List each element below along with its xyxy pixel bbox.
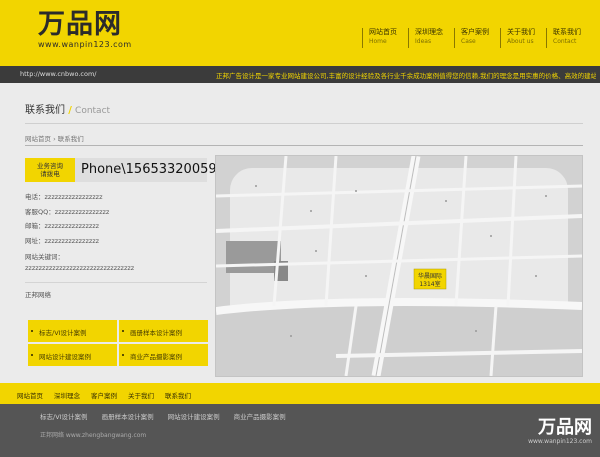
tile-brochure[interactable]: 画册样本设计案例 [119,320,208,342]
nav-sublabel: Case [461,38,476,45]
header: 万品网 www.wanpin123.com 网站首页 Home 深圳理念 Ide… [0,0,600,66]
footer-nav: 网站首页 深圳理念 客户案例 关于我们 联系我们 [0,383,600,404]
page-title: 联系我们 / Contact [25,101,110,116]
nav-item-ideas[interactable]: 深圳理念 Ideas [408,28,454,48]
footer-link-brochure[interactable]: 画册样本设计案例 [102,411,154,421]
tile-label: 商业产品摄影案例 [130,353,182,361]
site-url-link[interactable]: http://www.cnbwo.com/ [20,70,96,78]
page-title-cn: 联系我们 [25,105,65,116]
tile-label: 标志/VI设计案例 [39,329,87,337]
keywords-value: zzzzzzzzzzzzzzzzzzzzzzzzzzzzzzzz [25,264,135,272]
phone-number: Phone\15653320059 [75,158,217,182]
map-marker-line1: 华晨国际 [418,272,442,280]
nav-label: 深圳理念 [415,28,443,36]
nav-sublabel: Contact [553,38,577,45]
footer-nav-about[interactable]: 关于我们 [128,390,154,400]
qq-row: 客服QQ：zzzzzzzzzzzzzzzz [25,207,110,216]
footer-logo-url: www.wanpin123.com [528,438,592,445]
divider [25,282,207,283]
breadcrumb[interactable]: 网站首页 › 联系我们 [25,133,84,143]
footer-logo-text: 万品网 [538,417,592,438]
map-marker-line2: 1314室 [419,280,440,288]
logo-url: www.wanpin123.com [38,40,132,49]
location-map[interactable]: 华晨国际 1314室 [215,155,583,377]
logo-text: 万品网 [38,9,122,40]
nav-item-home[interactable]: 网站首页 Home [362,28,408,48]
footer-nav-case[interactable]: 客户案例 [91,390,117,400]
divider [25,145,583,146]
page-title-en: Contact [75,106,111,116]
nav-item-about[interactable]: 关于我们 About us [500,28,546,48]
footer-link-website[interactable]: 网站设计建设案例 [168,411,220,421]
main-nav: 网站首页 Home 深圳理念 Ideas 客户案例 Case 关于我们 Abou… [362,28,592,48]
tile-logo-vi[interactable]: 标志/VI设计案例 [28,320,117,342]
tile-website[interactable]: 网站设计建设案例 [28,344,117,366]
hotline-label: 业务咨询 请拨电 [25,158,75,182]
website-row: 网址：zzzzzzzzzzzzzzzz [25,236,100,245]
nav-label: 客户案例 [461,28,489,36]
hotline-label-line: 业务咨询 [37,162,63,170]
contact-info: 电话：zzzzzzzzzzzzzzzzz 客服QQ：zzzzzzzzzzzzzz… [25,191,210,299]
divider [25,123,583,124]
nav-item-case[interactable]: 客户案例 Case [454,28,500,48]
footer-nav-home[interactable]: 网站首页 [17,390,43,400]
tile-label: 网站设计建设案例 [39,353,91,361]
email-row: 邮箱：zzzzzzzzzzzzzzzz [25,222,100,230]
footer-nav-ideas[interactable]: 深圳理念 [54,390,80,400]
info-strip: http://www.cnbwo.com/ 正邦广告设计是一家专业网站建设公司,… [0,66,600,83]
nav-sublabel: About us [507,38,534,45]
nav-sublabel: Home [369,38,387,45]
scrolling-ticker: 正邦广告设计是一家专业网站建设公司,丰富的设计经验及各行业千余成功案例值得您的信… [216,72,596,80]
hotline-label-line: 请拨电 [40,170,60,178]
nav-label: 联系我们 [553,28,581,36]
map-graphic: 华晨国际 1314室 [216,156,582,376]
footer-link-photo[interactable]: 商业产品摄影案例 [234,411,286,421]
company-name: 正邦网络 [25,291,51,299]
title-separator: / [68,105,72,116]
hotline-box: 业务咨询 请拨电 Phone\15653320059 [25,158,217,182]
footer-nav-contact[interactable]: 联系我们 [165,390,191,400]
footer-copyright: 正邦网络 www.zhengbangwang.com [40,432,147,439]
tile-photography[interactable]: 商业产品摄影案例 [119,344,208,366]
nav-label: 网站首页 [369,28,397,36]
footer-link-vi[interactable]: 标志/VI设计案例 [40,411,88,421]
case-tiles: 标志/VI设计案例 画册样本设计案例 网站设计建设案例 商业产品摄影案例 [28,320,208,366]
nav-label: 关于我们 [507,28,535,36]
nav-sublabel: Ideas [415,38,432,45]
tile-label: 画册样本设计案例 [130,329,182,337]
main-content: 联系我们 / Contact 网站首页 › 联系我们 业务咨询 请拨电 Phon… [0,83,600,383]
keywords-label: 网站关键词： [25,253,64,261]
logo[interactable]: 万品网 www.wanpin123.com [38,9,132,50]
footer: 标志/VI设计案例 画册样本设计案例 网站设计建设案例 商业产品摄影案例 正邦网… [0,404,600,457]
footer-logo: 万品网 www.wanpin123.com [528,417,592,446]
nav-item-contact[interactable]: 联系我们 Contact [546,28,592,48]
phone-row: 电话：zzzzzzzzzzzzzzzzz [25,193,103,201]
